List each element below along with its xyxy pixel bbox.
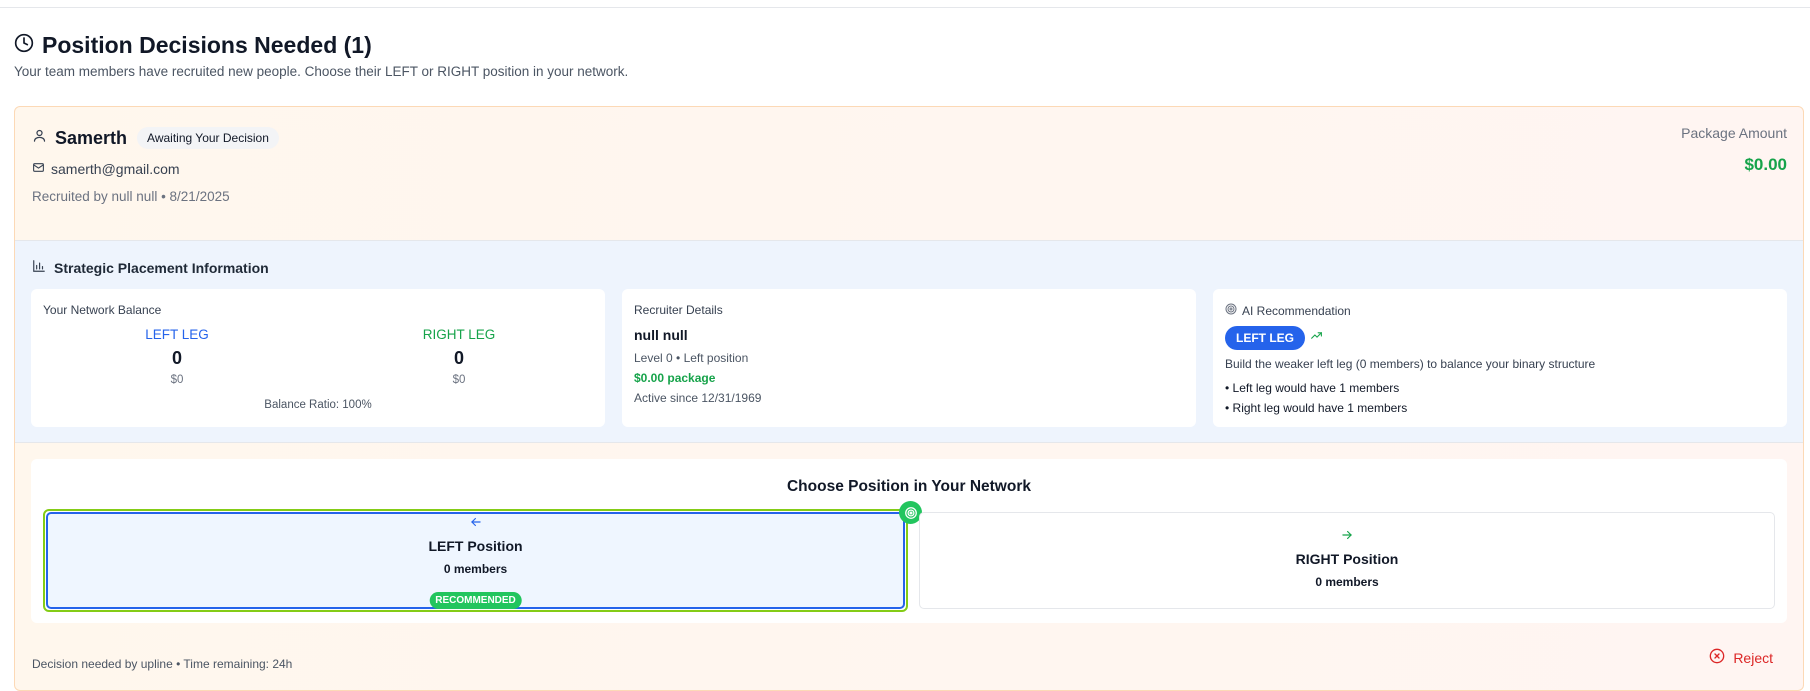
mail-icon (32, 161, 45, 177)
candidate-email: samerth@gmail.com (51, 161, 180, 177)
strategic-title: Strategic Placement Information (54, 259, 269, 276)
recommended-badge: RECOMMENDED (429, 592, 522, 609)
recruiter-level: Level 0 • Left position (634, 351, 749, 365)
strategic-section: Strategic Placement Information Your Net… (15, 240, 1803, 443)
recruiter-label: Recruiter Details (634, 303, 723, 317)
right-leg-name: RIGHT LEG (422, 327, 496, 342)
right-leg-count: 0 (453, 348, 464, 368)
ai-label-text: AI Recommendation (1242, 303, 1351, 318)
recruiter-name: null null (634, 327, 688, 343)
candidate-name: Samerth (55, 127, 128, 148)
arrow-right-icon (1340, 528, 1354, 547)
decision-card: Samerth Awaiting Your Decision samerth@g… (14, 106, 1804, 691)
left-leg-amount: $0 (170, 374, 184, 386)
left-leg-count: 0 (171, 348, 182, 368)
choose-position-section: Choose Position in Your Network LEFT Pos… (31, 459, 1787, 623)
trending-up-icon (1310, 329, 1323, 347)
top-divider (0, 7, 1810, 8)
package-label: Package Amount (1681, 125, 1787, 141)
left-leg-stat: LEFT LEG 0 $0 (97, 327, 257, 386)
reject-button[interactable]: Reject (1709, 648, 1773, 667)
ai-bullet-right: • Right leg would have 1 members (1225, 401, 1408, 415)
left-leg-name: LEFT LEG (145, 327, 209, 342)
choose-title: Choose Position in Your Network (786, 478, 1031, 495)
candidate-header: Samerth Awaiting Your Decision samerth@g… (15, 107, 1803, 240)
user-icon (32, 128, 47, 148)
balance-ratio: Balance Ratio: 100% (264, 399, 372, 411)
decision-deadline: Decision needed by upline • Time remaini… (32, 657, 293, 671)
bar-chart-icon (32, 259, 46, 276)
status-badge: Awaiting Your Decision (137, 127, 279, 149)
right-position-button[interactable]: RIGHT Position 0 members (919, 512, 1775, 609)
right-position-members: 0 members (1315, 575, 1379, 589)
ai-explanation: Build the weaker left leg (0 members) to… (1225, 357, 1596, 371)
page-subtitle: Your team members have recruited new peo… (14, 64, 629, 79)
recruiter-active: Active since 12/31/1969 (634, 391, 762, 405)
arrow-left-icon (469, 515, 483, 534)
target-icon (1225, 303, 1237, 318)
ai-recommendation-panel: AI Recommendation LEFT LEG Build the wea… (1213, 289, 1787, 427)
right-position-title: RIGHT Position (1295, 551, 1399, 567)
circle-x-icon (1709, 648, 1725, 667)
reject-label: Reject (1733, 649, 1773, 666)
network-balance-panel: Your Network Balance LEFT LEG 0 $0 RIGHT… (31, 289, 605, 427)
clock-icon (14, 33, 34, 58)
left-position-title: LEFT Position (428, 538, 523, 554)
ai-bullet-left: • Left leg would have 1 members (1225, 381, 1400, 395)
right-leg-amount: $0 (452, 374, 466, 386)
page-header: Position Decisions Needed (1) (14, 32, 372, 59)
page-title: Position Decisions Needed (1) (42, 32, 372, 58)
balance-label: Your Network Balance (43, 303, 162, 317)
package-amount: $0.00 (1744, 155, 1787, 174)
left-position-members: 0 members (443, 562, 508, 576)
recruiter-panel: Recruiter Details null null Level 0 • Le… (622, 289, 1196, 427)
recruited-line: Recruited by null null • 8/21/2025 (32, 189, 230, 204)
recruiter-package: $0.00 package (634, 371, 716, 385)
ai-recommendation-pill: LEFT LEG (1225, 326, 1305, 350)
left-position-button[interactable]: LEFT Position 0 members RECOMMENDED (46, 512, 905, 609)
right-leg-stat: RIGHT LEG 0 $0 (379, 327, 539, 386)
